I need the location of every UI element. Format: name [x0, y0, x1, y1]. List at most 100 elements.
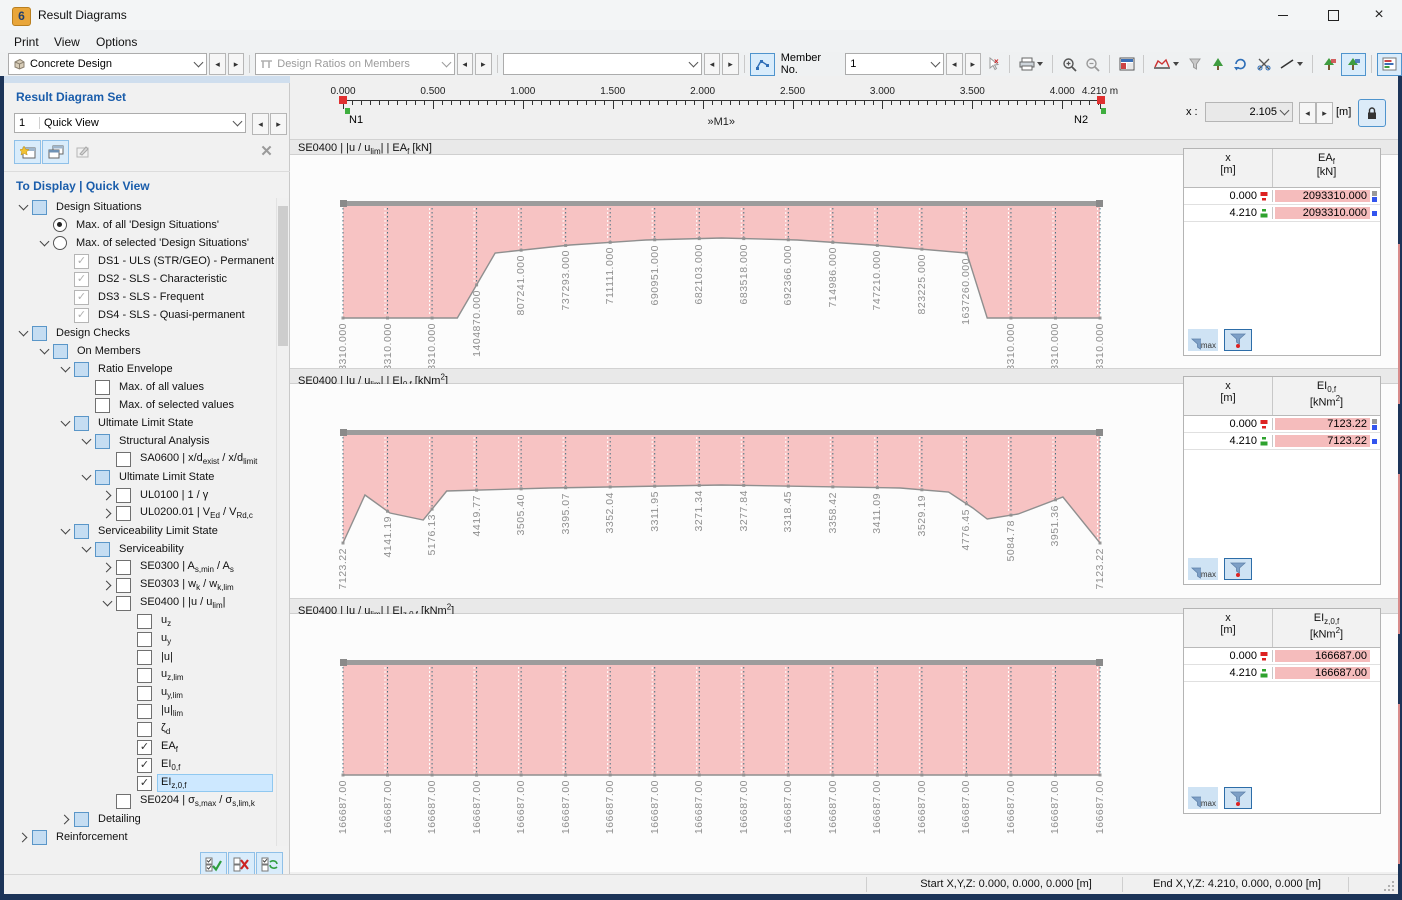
checkbox-empty-icon[interactable]	[137, 650, 152, 665]
tree-item[interactable]: ✓DS4 - SLS - Quasi-permanent	[4, 306, 290, 324]
radio-on-icon[interactable]	[53, 218, 67, 232]
tree-expander-icon[interactable]	[98, 558, 116, 576]
checkbox-checked-icon[interactable]: ✓	[74, 272, 89, 287]
tree-scrollbar-thumb[interactable]	[278, 206, 288, 346]
print-button[interactable]	[1015, 54, 1047, 75]
regenerate-button[interactable]	[1229, 54, 1252, 75]
tree-expander-icon[interactable]	[98, 576, 116, 594]
set-prev-button[interactable]: ◂	[252, 113, 269, 135]
tree-item[interactable]: uz,lim	[4, 666, 290, 684]
deselect-button[interactable]: ×	[981, 54, 1004, 75]
tree-item[interactable]: UL0200.01 | VEd / VRd,c	[4, 504, 290, 522]
tree-item[interactable]: Ultimate Limit State	[4, 468, 290, 486]
tree-item[interactable]: ✓EIz,0,f	[4, 774, 290, 792]
checkbox-empty-icon[interactable]	[116, 560, 131, 575]
resize-grip[interactable]	[1384, 881, 1395, 892]
tree-expander-icon[interactable]	[56, 360, 74, 378]
show-max-button[interactable]: max	[1188, 329, 1218, 351]
checkbox-partial-icon[interactable]	[95, 470, 110, 485]
objects-front-button[interactable]	[1318, 54, 1341, 75]
tree-item[interactable]: ✓DS1 - ULS (STR/GEO) - Permanent ...	[4, 252, 290, 270]
x-prev-button[interactable]: ◂	[1299, 102, 1316, 124]
checkbox-partial-icon[interactable]	[32, 200, 47, 215]
checkbox-empty-icon[interactable]	[116, 578, 131, 593]
checkbox-checked-icon[interactable]: ✓	[137, 758, 152, 773]
x-next-button[interactable]: ▸	[1316, 102, 1333, 124]
tree-expander-icon[interactable]	[98, 504, 116, 522]
tree-item[interactable]: Reinforcement	[4, 828, 290, 846]
tree-item[interactable]: uy	[4, 630, 290, 648]
tree-expander-icon[interactable]	[56, 414, 74, 432]
filter-current-x-button[interactable]	[1224, 787, 1252, 809]
checkbox-checked-icon[interactable]: ✓	[74, 254, 89, 269]
tree-item[interactable]: |u|	[4, 648, 290, 666]
filter-current-x-button[interactable]	[1224, 329, 1252, 351]
tree-expander-icon[interactable]	[77, 540, 95, 558]
tree-item[interactable]: Design Situations	[4, 198, 290, 216]
loadcase-next-button[interactable]: ▸	[722, 53, 738, 75]
zoom-out-button[interactable]	[1081, 54, 1104, 75]
minimize-button[interactable]	[1260, 0, 1306, 30]
checkbox-empty-icon[interactable]	[137, 614, 152, 629]
tree-item[interactable]: ✓EI0,f	[4, 756, 290, 774]
result-type-next-button[interactable]: ▸	[475, 53, 491, 75]
checkbox-partial-icon[interactable]	[74, 812, 89, 827]
checkbox-empty-icon[interactable]	[116, 596, 131, 611]
module-next-button[interactable]: ▸	[228, 53, 244, 75]
set-next-button[interactable]: ▸	[270, 113, 287, 135]
tree-item[interactable]: ✓EAf	[4, 738, 290, 756]
tree-expander-icon[interactable]	[35, 234, 53, 252]
tree-expander-icon[interactable]	[35, 342, 53, 360]
tree-item[interactable]: UL0100 | 1 / γ	[4, 486, 290, 504]
checkbox-checked-icon[interactable]: ✓	[74, 308, 89, 323]
delete-set-button[interactable]: ✕	[254, 140, 279, 162]
select-all-button[interactable]	[200, 852, 227, 876]
checkbox-checked-icon[interactable]: ✓	[137, 740, 152, 755]
result-type-prev-button[interactable]: ◂	[457, 53, 473, 75]
checkbox-empty-icon[interactable]	[116, 506, 131, 521]
tree-item[interactable]: Max. of selected 'Design Situations'	[4, 234, 290, 252]
checkbox-partial-icon[interactable]	[95, 434, 110, 449]
tree-item[interactable]: Ultimate Limit State	[4, 414, 290, 432]
tree-expander-icon[interactable]	[56, 810, 74, 828]
checkbox-checked-icon[interactable]: ✓	[74, 290, 89, 305]
checkbox-partial-icon[interactable]	[53, 344, 68, 359]
tree-item[interactable]: uy,lim	[4, 684, 290, 702]
member-no-combo[interactable]: 1	[845, 53, 944, 75]
tree-expander-icon[interactable]	[56, 522, 74, 540]
checkbox-checked-icon[interactable]: ✓	[137, 776, 152, 791]
tree-item[interactable]: SE0300 | As,min / As	[4, 558, 290, 576]
tree-expander-icon[interactable]	[98, 594, 116, 612]
loadcase-combo[interactable]	[503, 53, 702, 75]
navigator-button[interactable]	[1115, 54, 1138, 75]
result-diagram-set-combo[interactable]: 1 Quick View	[14, 113, 246, 133]
tree-item[interactable]: ✓DS3 - SLS - Frequent	[4, 288, 290, 306]
tree-expander-icon[interactable]	[98, 486, 116, 504]
checkbox-empty-icon[interactable]	[95, 398, 110, 413]
new-set-button[interactable]	[14, 140, 41, 164]
tree-item[interactable]: ζd	[4, 720, 290, 738]
objects-center-button[interactable]	[1341, 53, 1366, 76]
member-prev-button[interactable]: ◂	[946, 53, 962, 75]
tree-item[interactable]: Structural Analysis	[4, 432, 290, 450]
tree-item[interactable]: SE0204 | σs,max / σs,lim,k	[4, 792, 290, 810]
tree-item[interactable]: Serviceability	[4, 540, 290, 558]
clip-objects-button[interactable]	[1252, 54, 1275, 75]
tree-item[interactable]: Detailing	[4, 810, 290, 828]
tree-item[interactable]: SE0303 | wk / wk,lim	[4, 576, 290, 594]
x-position-combo[interactable]: 2.105	[1205, 102, 1293, 122]
deselect-all-button[interactable]	[228, 852, 255, 876]
checkbox-empty-icon[interactable]	[137, 704, 152, 719]
tree-item[interactable]: |u|lim	[4, 702, 290, 720]
radio-off-icon[interactable]	[53, 236, 67, 250]
show-max-button[interactable]: max	[1188, 787, 1218, 809]
zoom-in-button[interactable]	[1058, 54, 1081, 75]
tree-expander-icon[interactable]	[77, 468, 95, 486]
checkbox-partial-icon[interactable]	[74, 524, 89, 539]
tree-item[interactable]: SE0400 | |u / ulim|	[4, 594, 290, 612]
checkbox-partial-icon[interactable]	[32, 326, 47, 341]
tree-item[interactable]: SA0600 | x/dexist / x/dlimit	[4, 450, 290, 468]
result-type-combo[interactable]: Design Ratios on Members	[255, 53, 454, 75]
tree-item[interactable]: Max. of selected values	[4, 396, 290, 414]
tree-item[interactable]: ✓DS2 - SLS - Characteristic	[4, 270, 290, 288]
